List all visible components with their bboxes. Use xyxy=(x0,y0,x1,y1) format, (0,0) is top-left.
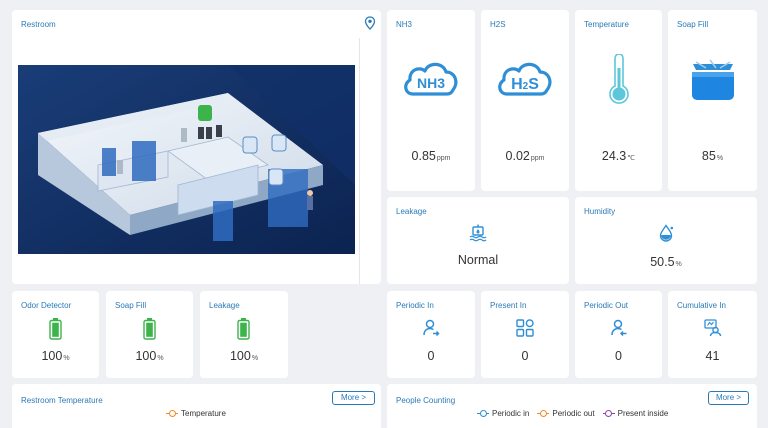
legend-label: Periodic in xyxy=(492,409,530,418)
people-legend: Periodic in Periodic out Present inside xyxy=(477,409,668,418)
legend-marker-icon xyxy=(537,410,550,418)
people-chart-title: People Counting xyxy=(396,396,456,405)
leakage-status: Normal xyxy=(457,253,499,267)
people-card-periodic-out: Periodic Out 0 xyxy=(575,291,662,378)
legend-item-temperature[interactable]: Temperature xyxy=(166,409,226,418)
people-reading: 0 xyxy=(387,347,475,365)
restroom-temperature-card: Restroom Temperature More > Temperature xyxy=(12,384,381,428)
map-pin-icon[interactable] xyxy=(364,16,376,30)
battery-reading: 100% xyxy=(106,347,193,365)
people-title: Cumulative In xyxy=(677,301,726,310)
battery-value: 100 xyxy=(135,349,157,363)
battery-unit: % xyxy=(157,355,164,362)
battery-title: Soap Fill xyxy=(115,301,147,310)
divider xyxy=(359,38,360,284)
battery-value: 100 xyxy=(229,349,251,363)
humidity-card: Humidity 50.5% xyxy=(575,197,757,284)
svg-text:NH3: NH3 xyxy=(417,75,445,91)
sensor-value: 24.3 xyxy=(601,149,627,163)
people-card-present-in: Present In 0 xyxy=(481,291,569,378)
leakage-card: Leakage Normal xyxy=(387,197,569,284)
restroom-title: Restroom xyxy=(21,20,56,29)
sensor-card-nh3: NH3 NH3 0.85ppm xyxy=(387,10,475,191)
floorplan-image[interactable] xyxy=(18,65,355,254)
battery-card-leakage: Leakage 100% xyxy=(200,291,288,378)
people-value: 0 xyxy=(427,349,435,363)
people-count-icon xyxy=(704,319,722,337)
legend-item-present-inside[interactable]: Present inside xyxy=(602,409,669,418)
sensor-value: 0.02 xyxy=(505,149,530,163)
sensor-title: Temperature xyxy=(584,20,629,29)
humidity-title: Humidity xyxy=(584,207,616,216)
sensor-unit: ℃ xyxy=(627,155,636,162)
restroom-card: Restroom xyxy=(12,10,381,284)
sensor-unit: ppm xyxy=(530,155,545,162)
people-card-periodic-in: Periodic In 0 xyxy=(387,291,475,378)
sensor-reading: 24.3℃ xyxy=(575,147,662,165)
people-title: Present In xyxy=(490,301,527,310)
sensor-value: 0.85 xyxy=(411,149,436,163)
people-more-button[interactable]: More > xyxy=(708,391,749,405)
sensor-unit: ppm xyxy=(436,155,451,162)
legend-item-periodic-in[interactable]: Periodic in xyxy=(477,409,529,418)
battery-reading: 100% xyxy=(12,347,99,365)
people-reading: 0 xyxy=(575,347,662,365)
battery-unit: % xyxy=(251,355,259,362)
legend-marker-icon xyxy=(166,410,178,418)
legend-item-periodic-out[interactable]: Periodic out xyxy=(537,409,595,418)
people-title: Periodic In xyxy=(396,301,434,310)
people-value: 41 xyxy=(705,349,720,363)
temperature-legend: Temperature xyxy=(166,409,226,418)
sensor-title: Soap Fill xyxy=(677,20,709,29)
sensor-unit: % xyxy=(716,155,724,162)
thermometer-icon xyxy=(608,53,630,106)
nh3-cloud-icon: NH3 xyxy=(401,54,461,100)
battery-reading: 100% xyxy=(200,347,288,365)
soap-container-icon xyxy=(690,58,736,102)
people-card-cumulative-in: Cumulative In 41 xyxy=(668,291,757,378)
humidity-reading: 50.5% xyxy=(575,253,757,271)
sensor-reading: 0.02ppm xyxy=(481,147,569,165)
leakage-title: Leakage xyxy=(396,207,427,216)
person-out-icon xyxy=(610,319,628,337)
humidity-value: 50.5 xyxy=(650,255,675,269)
sensor-title: H2S xyxy=(490,20,506,29)
people-reading: 0 xyxy=(481,347,569,365)
water-leak-icon xyxy=(469,224,487,242)
svg-text:H2S: H2S xyxy=(511,76,539,93)
people-value: 0 xyxy=(615,349,622,363)
legend-label: Present inside xyxy=(617,409,669,418)
sensor-reading: 0.85ppm xyxy=(387,147,475,165)
people-title: Periodic Out xyxy=(584,301,629,310)
humidity-unit: % xyxy=(675,261,682,268)
battery-title: Leakage xyxy=(209,301,240,310)
grid-squares-icon xyxy=(516,319,534,337)
battery-unit: % xyxy=(63,355,70,362)
h2s-cloud-icon: H2S xyxy=(495,54,555,100)
sensor-value: 85 xyxy=(701,149,716,163)
legend-marker-icon xyxy=(602,410,615,418)
legend-marker-icon xyxy=(477,410,489,418)
temperature-more-button[interactable]: More > xyxy=(332,391,375,405)
sensor-reading: 85% xyxy=(668,147,757,165)
legend-label: Temperature xyxy=(181,409,226,418)
person-in-icon xyxy=(422,319,440,337)
battery-icon xyxy=(49,318,62,340)
battery-icon xyxy=(143,318,156,340)
battery-card-odor-detector: Odor Detector 100% xyxy=(12,291,99,378)
sensor-card-h2s: H2S H2S 0.02ppm xyxy=(481,10,569,191)
people-counting-card: People Counting More > Periodic in Perio… xyxy=(387,384,757,428)
legend-label: Periodic out xyxy=(552,409,595,418)
sensor-card-soap-fill: Soap Fill 85% xyxy=(668,10,757,191)
temperature-chart-title: Restroom Temperature xyxy=(21,396,103,405)
people-value: 0 xyxy=(521,349,529,363)
sensor-title: NH3 xyxy=(396,20,413,29)
battery-title: Odor Detector xyxy=(21,301,72,310)
people-reading: 41 xyxy=(668,347,757,365)
water-drop-icon xyxy=(657,224,675,242)
battery-icon xyxy=(237,318,250,340)
sensor-card-temperature: Temperature 24.3℃ xyxy=(575,10,662,191)
battery-value: 100 xyxy=(41,349,63,363)
battery-card-soap-fill: Soap Fill 100% xyxy=(106,291,193,378)
